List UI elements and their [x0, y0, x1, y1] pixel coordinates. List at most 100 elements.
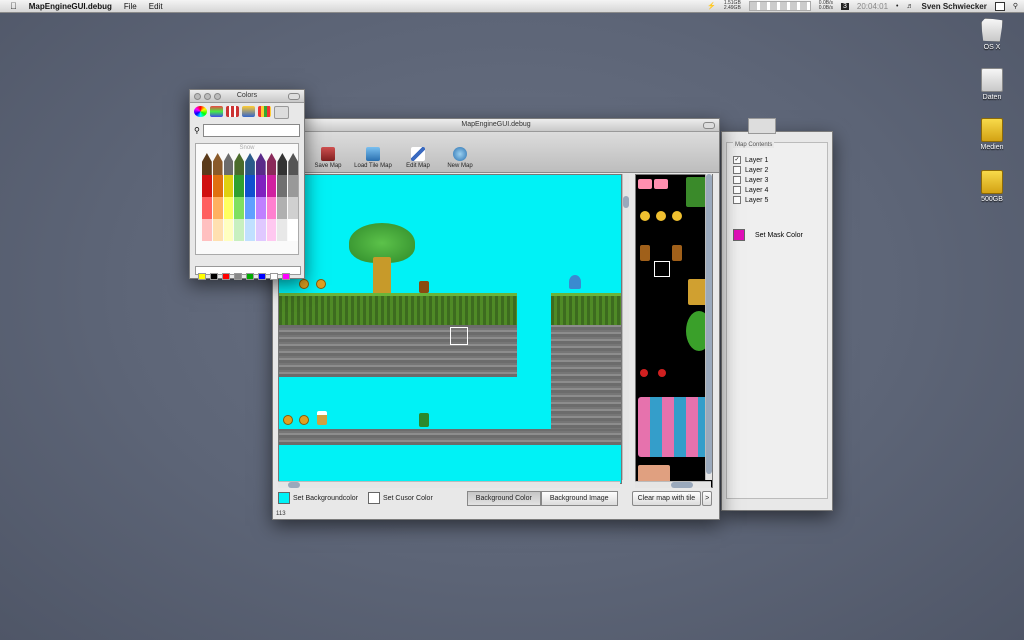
tile-horizontal-scrollbar[interactable]	[635, 481, 711, 488]
tile-creature[interactable]	[672, 245, 682, 261]
crayon[interactable]	[202, 175, 212, 197]
color-well[interactable]	[234, 273, 242, 280]
close-button[interactable]	[194, 93, 201, 100]
color-well[interactable]	[198, 273, 206, 280]
window-proxy-icon[interactable]	[748, 118, 776, 134]
tile-tree[interactable]	[686, 177, 706, 207]
crayon[interactable]	[245, 153, 255, 175]
tile-coin[interactable]	[640, 211, 650, 221]
zoom-button[interactable]	[214, 93, 221, 100]
crayon[interactable]	[266, 197, 277, 219]
crayon[interactable]	[234, 153, 245, 175]
desktop-icon-medien[interactable]: Medien	[974, 118, 1010, 151]
layer-checkbox-3[interactable]: Layer 3	[733, 175, 827, 185]
crayon[interactable]	[245, 219, 255, 241]
crayon[interactable]	[277, 219, 288, 241]
mask-color-swatch[interactable]	[733, 229, 745, 241]
crayon[interactable]	[223, 219, 234, 241]
checkbox[interactable]	[733, 166, 741, 174]
color-wheel-icon[interactable]	[194, 106, 207, 117]
toolbar-toggle-icon[interactable]	[703, 122, 715, 129]
set-mask-color-row[interactable]: Set Mask Color	[733, 229, 803, 241]
scroll-thumb[interactable]	[288, 482, 300, 488]
apple-menu-icon[interactable]: 	[10, 1, 17, 11]
cursor-color-swatch[interactable]	[367, 492, 380, 504]
color-wells[interactable]	[195, 266, 301, 280]
crayon[interactable]	[212, 153, 223, 175]
color-well[interactable]	[282, 273, 290, 280]
layer-checkbox-4[interactable]: Layer 4	[733, 185, 827, 195]
desktop-icon-osx[interactable]: OS X	[974, 18, 1010, 51]
screen-icon[interactable]	[994, 1, 1005, 11]
crayon[interactable]	[255, 219, 266, 241]
crayon[interactable]	[288, 197, 299, 219]
crayon[interactable]	[266, 175, 277, 197]
color-sliders-icon[interactable]	[210, 106, 223, 117]
color-well[interactable]	[246, 273, 254, 280]
bluetooth-icon[interactable]: •	[896, 3, 898, 10]
status-bolt-icon[interactable]: ⚡	[707, 2, 716, 10]
toolbar-toggle-icon[interactable]	[288, 93, 300, 100]
background-image-segment[interactable]: Background Image	[540, 490, 618, 506]
tile-coin[interactable]	[656, 211, 666, 221]
volume-icon[interactable]: ♬	[906, 3, 913, 10]
menu-edit[interactable]: Edit	[149, 2, 163, 11]
background-color-segment[interactable]: Background Color	[466, 490, 541, 506]
crayon[interactable]	[277, 153, 288, 175]
crayon-picker[interactable]: Snow	[195, 143, 299, 255]
crayon[interactable]	[245, 175, 255, 197]
scroll-thumb[interactable]	[671, 482, 693, 488]
color-well[interactable]	[258, 273, 266, 280]
pencils-icon[interactable]	[274, 106, 289, 119]
background-color-swatch[interactable]	[278, 492, 290, 504]
crayon[interactable]	[277, 175, 288, 197]
checkbox[interactable]	[733, 196, 741, 204]
crayon[interactable]	[234, 197, 245, 219]
memory-meter[interactable]: 1.51GB 2.49GB	[724, 1, 741, 11]
layer-checkbox-5[interactable]: Layer 5	[733, 195, 827, 205]
save-map-button[interactable]: Save Map	[309, 147, 347, 172]
edit-map-button[interactable]: Edit Map	[399, 147, 437, 172]
crayons-icon[interactable]	[258, 106, 271, 117]
next-arrow-button[interactable]: >	[702, 490, 713, 506]
crayon[interactable]	[223, 175, 234, 197]
crayon[interactable]	[202, 197, 212, 219]
user-name[interactable]: Sven Schwiecker	[921, 2, 986, 11]
colors-titlebar[interactable]: Colors	[190, 90, 304, 103]
crayon[interactable]	[266, 153, 277, 175]
tile-palette[interactable]	[635, 174, 713, 488]
crayon[interactable]	[255, 175, 266, 197]
crayon[interactable]	[255, 197, 266, 219]
cpu-graph-icon[interactable]	[748, 1, 811, 11]
crayon[interactable]	[288, 175, 299, 197]
tile-mushroom-grid[interactable]	[638, 397, 710, 457]
layer-checkbox-2[interactable]: Layer 2	[733, 165, 827, 175]
color-well[interactable]	[270, 273, 278, 280]
crayon[interactable]	[202, 219, 212, 241]
crayon[interactable]	[212, 219, 223, 241]
colors-search-input[interactable]	[202, 124, 300, 137]
crayon[interactable]	[266, 219, 277, 241]
calendar-badge[interactable]: 3	[840, 2, 849, 10]
map-vertical-scrollbar[interactable]	[622, 174, 629, 480]
desktop-icon-daten[interactable]: Daten	[974, 68, 1010, 101]
tile-creature[interactable]	[640, 245, 650, 261]
clear-map-button[interactable]: Clear map with tile	[631, 490, 702, 506]
crayon[interactable]	[245, 197, 255, 219]
load-tile-map-button[interactable]: Load Tile Map	[351, 147, 395, 172]
crayon[interactable]	[277, 197, 288, 219]
scroll-thumb[interactable]	[623, 196, 629, 208]
scroll-thumb[interactable]	[706, 174, 712, 474]
network-meter[interactable]: 0.0B/s 0.0B/s	[819, 1, 833, 11]
set-cursor-label[interactable]: Set Cusor Color	[383, 495, 433, 502]
tile-flower[interactable]	[640, 369, 648, 377]
main-titlebar[interactable]: MapEngineGUI.debug	[273, 119, 719, 132]
minimize-button[interactable]	[204, 93, 211, 100]
checkbox[interactable]	[733, 186, 741, 194]
crayon[interactable]	[223, 197, 234, 219]
checkbox[interactable]: ✓	[733, 156, 741, 164]
new-map-button[interactable]: New Map	[441, 147, 479, 172]
color-well[interactable]	[222, 273, 230, 280]
crayon[interactable]	[234, 175, 245, 197]
color-palettes-icon[interactable]	[226, 106, 239, 117]
